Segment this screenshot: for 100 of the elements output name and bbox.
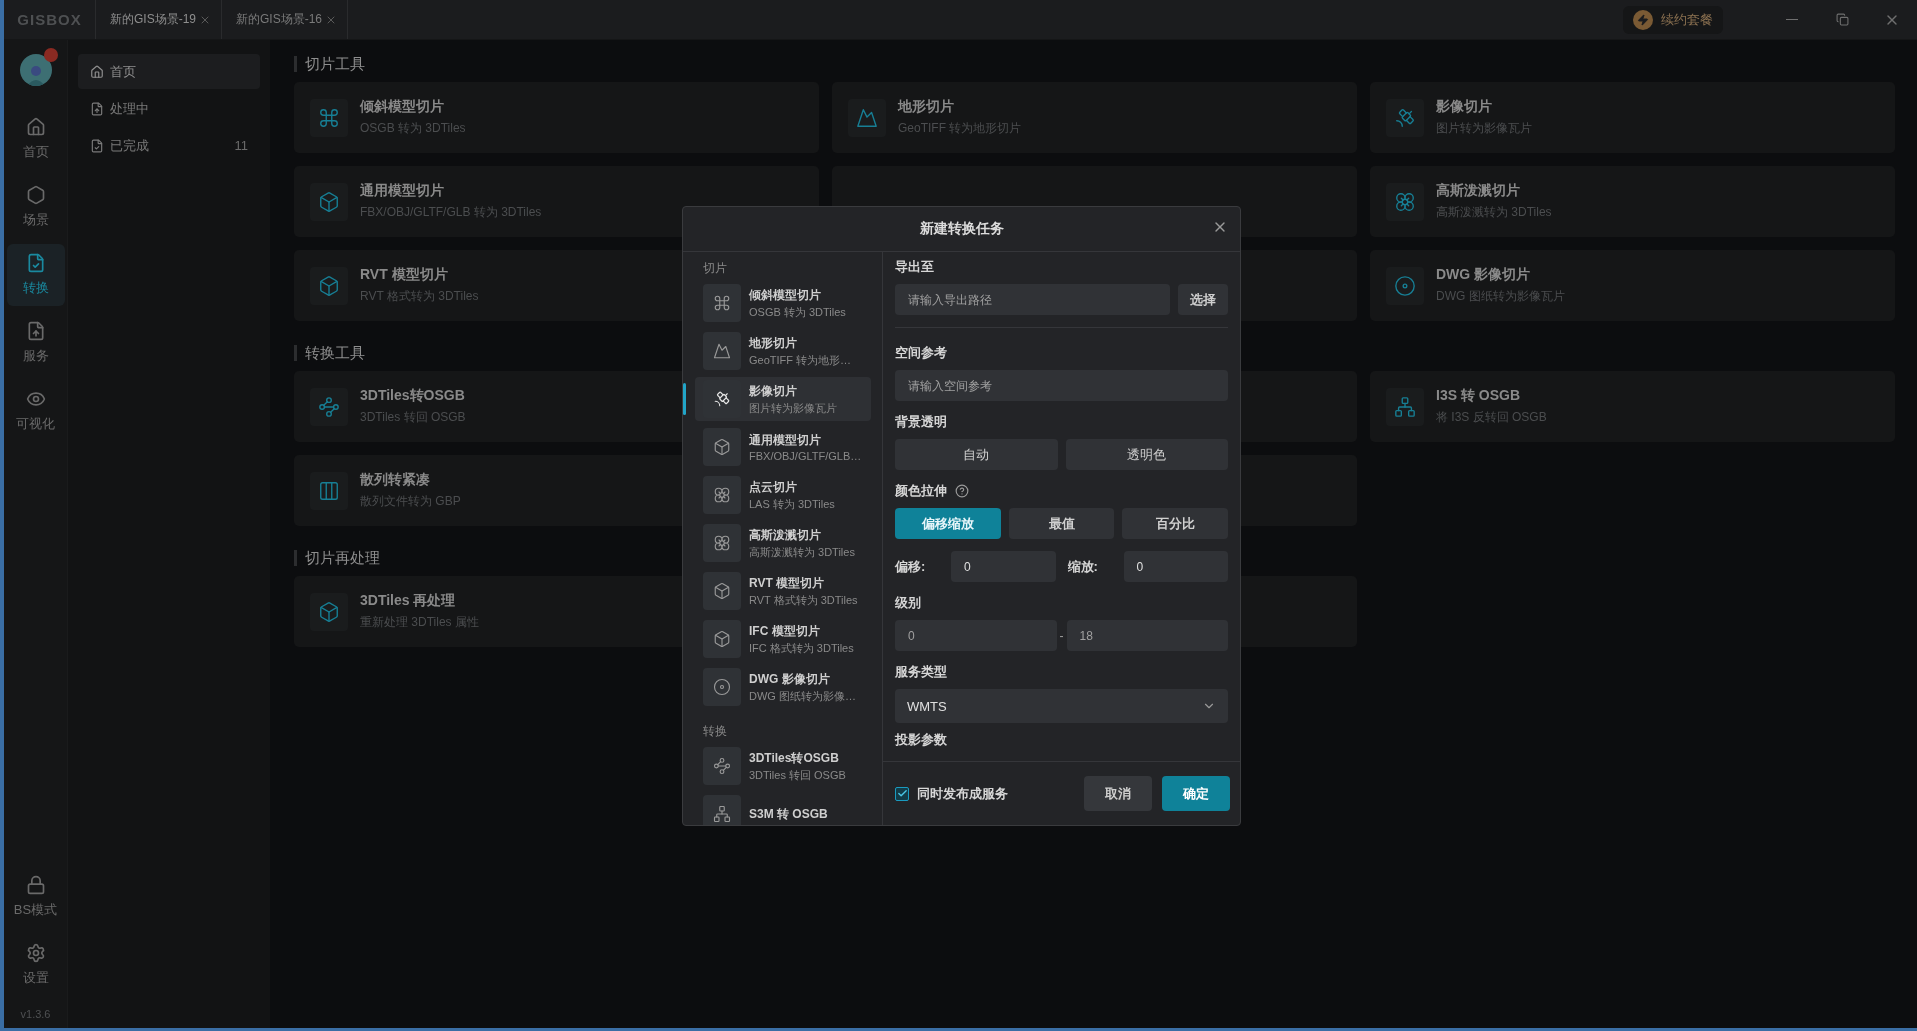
option-button[interactable]: 透明色 [1065, 439, 1228, 470]
choose-button[interactable]: 选择 [1178, 284, 1228, 315]
rail-item[interactable]: 设置 [6, 934, 65, 996]
field-label: 空间参考 [895, 344, 948, 362]
card-title: 3DTiles转OSGB [360, 387, 466, 405]
option-button[interactable]: 最值 [1008, 508, 1115, 539]
item-title: IFC 模型切片 [749, 622, 821, 640]
house-icon [90, 64, 104, 79]
item-subtitle: DWG 图纸转为影像… [749, 688, 856, 704]
service-type-select[interactable]: WMTS [895, 689, 1228, 723]
nav-item[interactable]: 已完成 11 [78, 128, 260, 163]
min-level-field[interactable]: 0 [895, 620, 1057, 651]
card-title: RVT 模型切片 [360, 266, 449, 284]
settings-icon [25, 943, 46, 963]
checkbox[interactable] [895, 786, 909, 801]
renew-button[interactable]: 续约套餐 [1623, 5, 1723, 34]
flower-icon [713, 486, 731, 504]
offset-field[interactable]: 0 [951, 551, 1056, 582]
card-title: 高斯泼溅切片 [1436, 182, 1521, 200]
tool-list-item[interactable]: S3M 转 OSGB [695, 792, 871, 825]
item-title: 3DTiles转OSGB [749, 749, 840, 767]
satellite-icon [1394, 106, 1416, 129]
command-icon [713, 294, 731, 312]
mountain-icon [856, 106, 878, 129]
item-title: 点云切片 [749, 478, 798, 496]
lightning-icon [1633, 9, 1653, 30]
flower-icon [713, 534, 731, 552]
nav-item[interactable]: 处理中 [78, 91, 260, 126]
disc-icon [1394, 274, 1416, 297]
item-title: 倾斜模型切片 [749, 286, 822, 304]
item-title: DWG 影像切片 [749, 670, 831, 688]
card-title: 影像切片 [1436, 98, 1493, 116]
network-icon [713, 805, 731, 823]
export-path-field[interactable]: 请输入导出路径 [895, 284, 1170, 315]
spatial-ref-field[interactable]: 请输入空间参考 [895, 370, 1228, 401]
cube-icon [713, 630, 731, 648]
card-title: I3S 转 OSGB [1436, 387, 1522, 405]
option-button[interactable]: 百分比 [1122, 508, 1228, 539]
mountain-icon [713, 342, 731, 360]
scale-field[interactable]: 0 [1123, 551, 1228, 582]
cube-icon [713, 438, 731, 456]
network-icon [1394, 395, 1416, 418]
rail-item[interactable]: BS模式 [6, 866, 65, 928]
rail-item[interactable]: 场景 [6, 176, 65, 238]
avatar[interactable] [19, 54, 52, 86]
field-label: 导出至 [895, 258, 935, 276]
file-check-icon [90, 138, 104, 153]
option-button[interactable]: 偏移缩放 [895, 508, 1001, 539]
option-button[interactable]: 自动 [895, 439, 1058, 470]
cube-icon [318, 600, 340, 623]
card-title: 地形切片 [898, 98, 955, 116]
cube-icon [318, 274, 340, 297]
field-label: 投影参数 [895, 731, 948, 749]
tool-list-item[interactable]: 3DTiles转OSGB 3DTiles 转回 OSGB [695, 744, 871, 788]
field-label: 级别 [895, 594, 922, 612]
cancel-button[interactable]: 取消 [1084, 776, 1152, 811]
card-title: 散列转紧凑 [360, 471, 431, 489]
scene-tab[interactable]: 新的GIS场景-16 [222, 0, 348, 39]
nav-item[interactable]: 首页 [78, 54, 260, 89]
checkbox-label: 同时发布成服务 [917, 784, 1008, 803]
waypoints-icon [713, 757, 731, 775]
eye-icon [25, 389, 46, 409]
tool-list-item[interactable]: DWG 影像切片 DWG 图纸转为影像… [695, 665, 871, 709]
minimize-icon [1786, 19, 1798, 20]
card-title: DWG 影像切片 [1436, 266, 1532, 284]
notification-badge [43, 48, 58, 62]
help-icon[interactable] [955, 484, 969, 498]
card-title: 通用模型切片 [360, 182, 445, 200]
rail-item[interactable]: 转换 [6, 244, 65, 306]
count-label: 11 [234, 138, 248, 153]
item-title: 高斯泼溅切片 [749, 526, 822, 544]
rail-item[interactable]: 首页 [6, 108, 65, 170]
rail-item[interactable]: 可视化 [6, 380, 65, 442]
hexagon-icon [25, 185, 46, 205]
scene-tab[interactable]: 新的GIS场景-19 [96, 0, 222, 39]
rail-item[interactable]: 服务 [6, 312, 65, 374]
item-title: S3M 转 OSGB [749, 805, 828, 823]
field-label: 服务类型 [895, 663, 948, 681]
flower-icon [1394, 190, 1416, 213]
command-icon [318, 106, 340, 129]
max-level-field[interactable]: 18 [1066, 620, 1228, 651]
item-subtitle: 3DTiles 转回 OSGB [749, 767, 846, 783]
section-title: 切片工具 [294, 56, 1895, 72]
lock-icon [25, 875, 46, 895]
cube-icon [713, 582, 731, 600]
cube-icon [318, 190, 340, 213]
card-title: 倾斜模型切片 [360, 98, 445, 116]
file-upload-icon [90, 101, 104, 116]
range-separator: - [1059, 628, 1064, 643]
selection-bar [683, 383, 686, 415]
nav-label: 首页 [110, 62, 137, 81]
field-label: 背景透明 [895, 413, 948, 431]
group-title: 切片 [702, 260, 728, 277]
group-title: 转换 [702, 723, 728, 740]
ok-button[interactable]: 确定 [1162, 776, 1230, 811]
item-title: 影像切片 [749, 382, 798, 400]
version-label: v1.3.6 [20, 1008, 51, 1020]
columns-icon [318, 479, 340, 502]
satellite-icon [713, 390, 731, 408]
waypoints-icon [318, 395, 340, 418]
